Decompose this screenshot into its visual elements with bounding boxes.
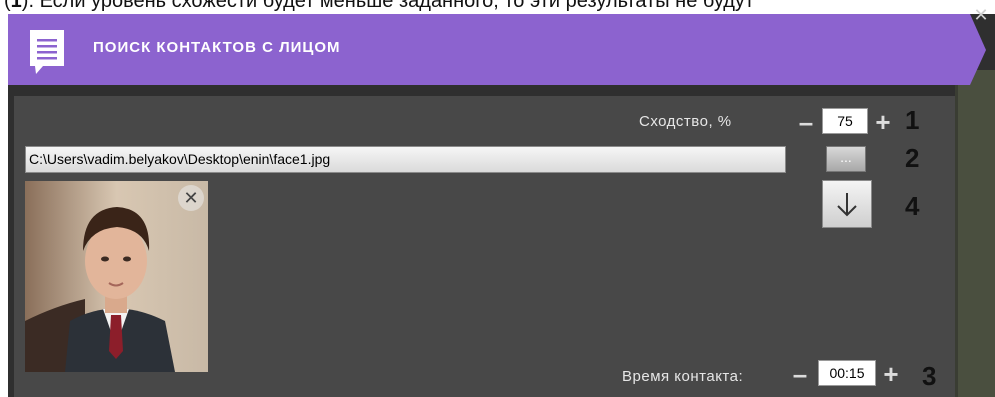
document-text-line: (1). Если уровень схожести будет меньше …: [4, 0, 755, 12]
right-strip-edge: [955, 70, 958, 397]
arrow-down-icon: [837, 193, 857, 217]
face-photo: [25, 181, 208, 372]
similarity-input[interactable]: 75: [822, 108, 868, 134]
close-icon[interactable]: ✕: [970, 4, 992, 26]
similarity-increase-button[interactable]: +: [872, 109, 894, 135]
right-side-strip: [958, 70, 995, 397]
photo-remove-button[interactable]: ✕: [178, 185, 204, 211]
similarity-label: Сходство, %: [639, 113, 732, 130]
callout-number-2: 2: [905, 143, 920, 173]
browse-button[interactable]: ...: [826, 146, 866, 172]
callout-number-4: 4: [905, 191, 920, 221]
duration-increase-button[interactable]: +: [880, 361, 902, 387]
contact-duration-label: Время контакта:: [622, 368, 744, 385]
chat-bubble-icon: [30, 30, 64, 74]
contact-duration-input[interactable]: 00:15: [818, 360, 876, 386]
callout-number-3: 3: [922, 361, 937, 391]
duration-decrease-button[interactable]: –: [789, 361, 811, 387]
similarity-decrease-button[interactable]: –: [795, 109, 817, 135]
callout-number-1: 1: [905, 105, 920, 135]
file-path-input[interactable]: C:\Users\vadim.belyakov\Desktop\enin\fac…: [25, 146, 786, 173]
panel-title: ПОИСК КОНТАКТОВ С ЛИЦОМ: [93, 39, 341, 56]
download-button[interactable]: [822, 180, 872, 228]
